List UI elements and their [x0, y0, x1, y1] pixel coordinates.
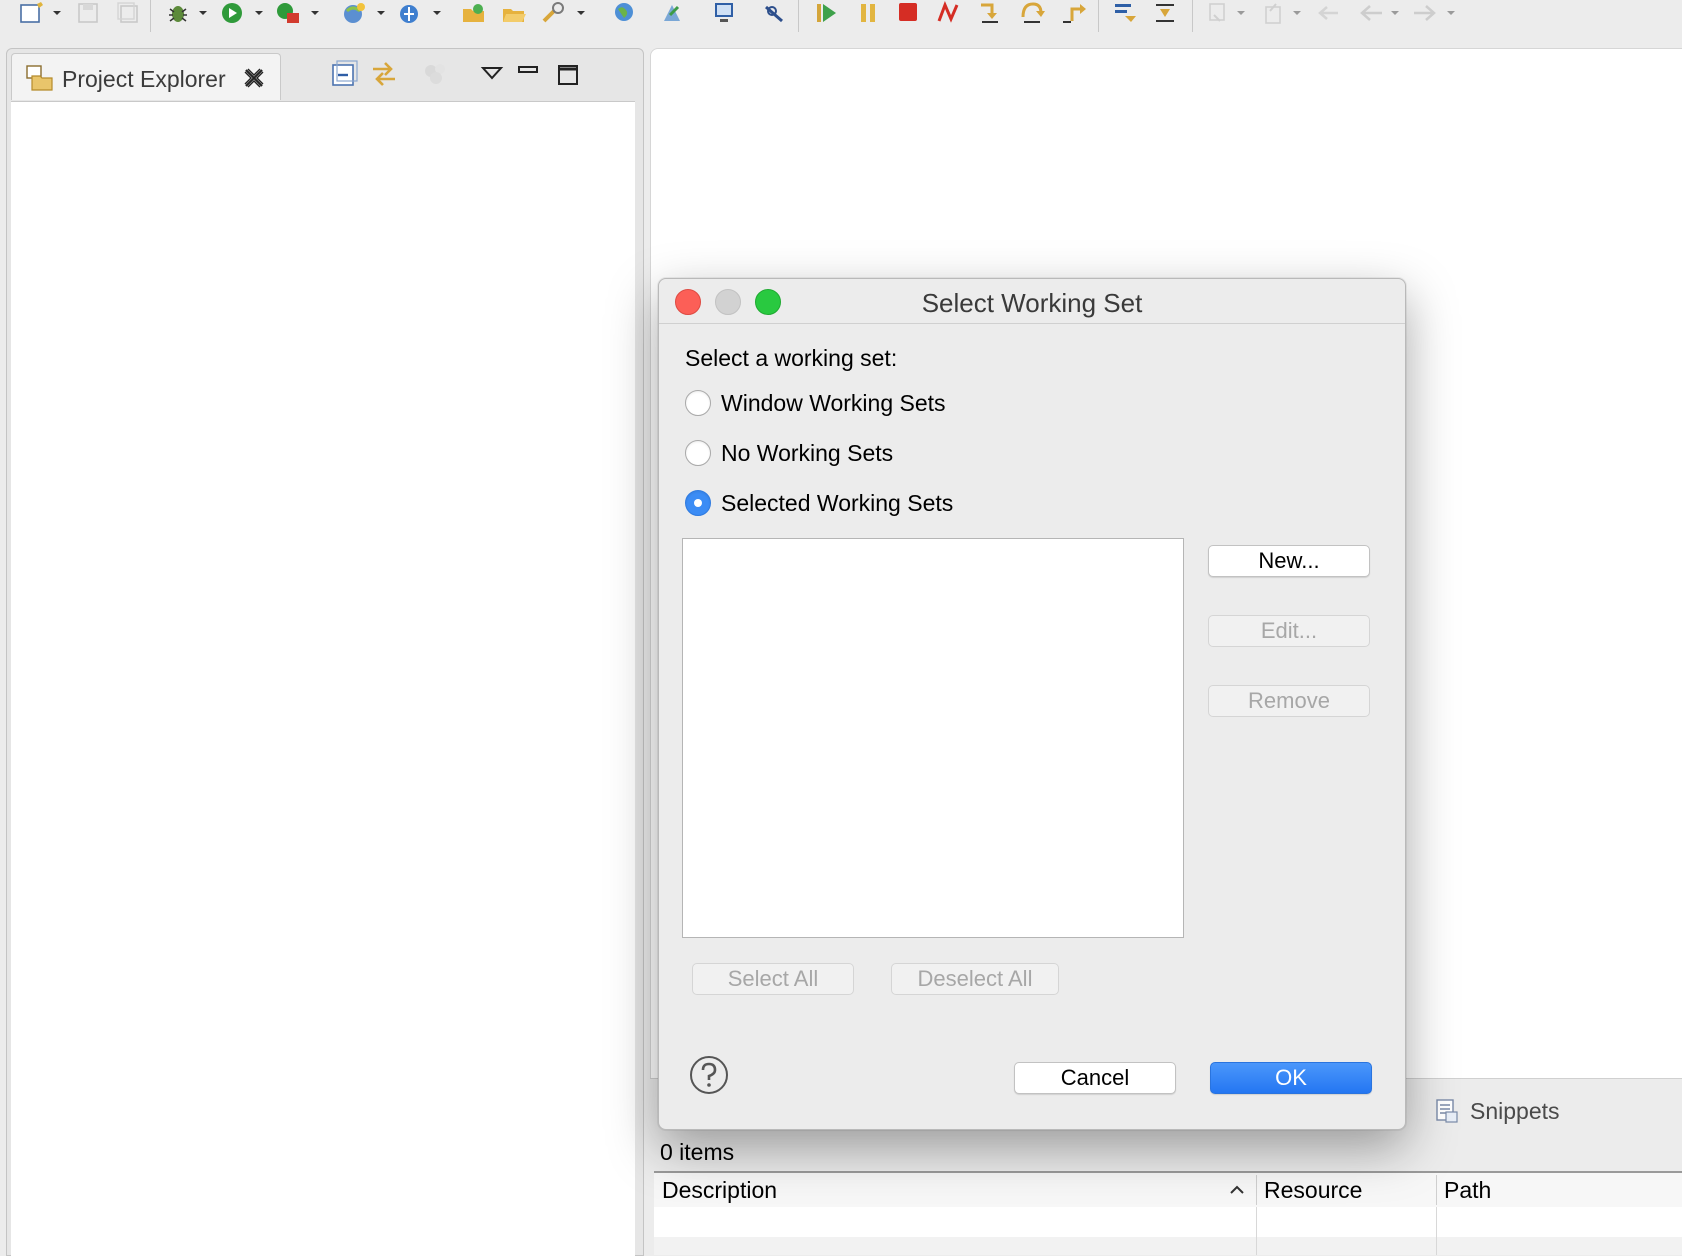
new-web-icon[interactable] — [394, 0, 426, 26]
toolbar-separator — [1098, 0, 1099, 32]
terminate-icon[interactable] — [892, 0, 924, 26]
project-explorer-icon — [26, 65, 53, 91]
chevron-down-icon[interactable] — [310, 8, 320, 18]
chevron-down-icon — [1391, 11, 1399, 15]
radio-label: Window Working Sets — [721, 389, 946, 416]
open-type-icon[interactable] — [458, 0, 490, 26]
radio-window-working-sets[interactable]: Window Working Sets — [685, 388, 946, 418]
previous-annotation-icon — [1258, 0, 1290, 26]
new-button[interactable]: New... — [1208, 545, 1370, 577]
new-file-icon[interactable] — [16, 0, 48, 26]
working-set-list[interactable] — [682, 538, 1184, 938]
problems-table-header: Description Resource Path — [654, 1171, 1682, 1210]
filter-icon — [425, 64, 445, 84]
dialog-title: Select Working Set — [921, 288, 1143, 318]
snippets-icon — [1436, 1099, 1458, 1123]
column-separator[interactable] — [1436, 1175, 1437, 1205]
remove-button: Remove — [1208, 685, 1370, 717]
column-path[interactable]: Path — [1444, 1177, 1491, 1204]
deselect-all-button: Deselect All — [891, 963, 1059, 995]
main-toolbar — [0, 0, 1682, 36]
resume-icon[interactable] — [810, 0, 842, 26]
chevron-down-icon — [1293, 11, 1301, 15]
radio-no-working-sets[interactable]: No Working Sets — [685, 438, 893, 468]
collapse-all-icon[interactable] — [329, 59, 359, 89]
edit-button: Edit... — [1208, 615, 1370, 647]
chevron-down-icon[interactable] — [576, 8, 586, 18]
open-resource-icon[interactable] — [498, 0, 530, 26]
back-icon — [1354, 0, 1386, 26]
column-resource[interactable]: Resource — [1264, 1177, 1362, 1204]
next-annotation-icon — [1202, 0, 1234, 26]
run-external-icon[interactable] — [272, 0, 304, 26]
connect-icon[interactable] — [758, 0, 790, 26]
toolbar-separator — [1192, 0, 1193, 32]
debug-icon[interactable] — [162, 0, 194, 26]
drop-to-frame-icon[interactable] — [1110, 0, 1142, 26]
chevron-down-icon — [1447, 11, 1455, 15]
ok-button[interactable]: OK — [1210, 1062, 1372, 1094]
project-explorer-tree[interactable] — [11, 101, 635, 1256]
toolbar-separator — [798, 0, 799, 32]
run-icon[interactable] — [216, 0, 248, 26]
view-menu-icon[interactable] — [477, 59, 507, 89]
search-icon[interactable] — [538, 0, 570, 26]
chevron-down-icon[interactable] — [376, 8, 386, 18]
suspend-icon[interactable] — [852, 0, 884, 26]
select-working-set-dialog: Select Working Set Select a working set:… — [658, 278, 1406, 1130]
globe-icon[interactable] — [608, 0, 640, 26]
radio-button[interactable] — [685, 440, 711, 466]
step-over-icon[interactable] — [1016, 0, 1048, 26]
save-all-icon — [112, 0, 144, 26]
column-divider — [1256, 1207, 1257, 1255]
disconnect-icon[interactable] — [932, 0, 964, 26]
radio-button[interactable] — [685, 390, 711, 416]
chevron-down-icon — [1237, 11, 1245, 15]
chevron-down-icon[interactable] — [52, 8, 62, 18]
project-explorer-title: Project Explorer — [62, 66, 226, 92]
chevron-down-icon[interactable] — [198, 8, 208, 18]
save-icon — [72, 0, 104, 26]
radio-selected-working-sets[interactable]: Selected Working Sets — [685, 488, 953, 518]
close-icon[interactable] — [242, 66, 266, 90]
step-into-icon[interactable] — [974, 0, 1006, 26]
column-separator[interactable] — [1256, 1175, 1257, 1205]
monitor-icon[interactable] — [708, 0, 740, 26]
dialog-titlebar[interactable]: Select Working Set — [659, 279, 1405, 324]
project-explorer-view: Project Explorer — [6, 48, 644, 1256]
table-row — [654, 1237, 1682, 1255]
column-divider — [1436, 1207, 1437, 1255]
forward-icon — [1410, 0, 1442, 26]
sort-ascending-icon[interactable] — [1228, 1181, 1246, 1199]
chevron-down-icon[interactable] — [254, 8, 264, 18]
items-count: 0 items — [660, 1139, 735, 1165]
radio-label: Selected Working Sets — [721, 489, 954, 516]
radio-button[interactable] — [685, 490, 711, 516]
snippets-label: Snippets — [1470, 1097, 1560, 1124]
last-edit-icon — [1312, 0, 1344, 26]
radio-label: No Working Sets — [721, 439, 894, 466]
table-row — [654, 1207, 1682, 1237]
working-set-prompt: Select a working set: — [685, 345, 898, 371]
step-return-icon[interactable] — [1058, 0, 1090, 26]
deploy-icon[interactable] — [656, 0, 688, 26]
help-icon[interactable] — [689, 1055, 729, 1095]
cancel-button[interactable]: Cancel — [1014, 1062, 1176, 1094]
link-with-editor-icon[interactable] — [369, 59, 399, 89]
new-server-icon[interactable] — [338, 0, 370, 26]
column-description[interactable]: Description — [662, 1177, 777, 1204]
tab-project-explorer[interactable]: Project Explorer — [11, 53, 281, 100]
select-all-button: Select All — [692, 963, 854, 995]
use-step-filters-icon[interactable] — [1150, 0, 1182, 26]
tab-snippets[interactable]: Snippets — [1434, 1091, 1560, 1131]
maximize-icon[interactable] — [553, 59, 583, 89]
toolbar-separator — [150, 0, 151, 32]
chevron-down-icon[interactable] — [432, 8, 442, 18]
minimize-icon[interactable] — [513, 59, 543, 89]
